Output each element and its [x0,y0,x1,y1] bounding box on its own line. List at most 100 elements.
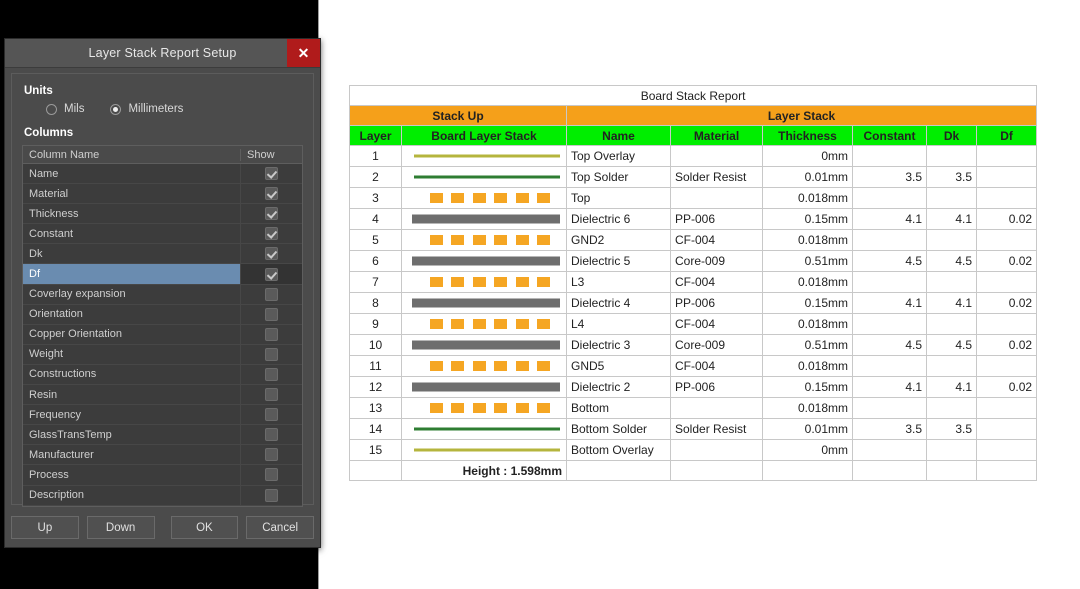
checkbox-unchecked-icon[interactable] [265,388,278,402]
cell-thickness: 0.018mm [762,229,853,252]
cell-dk: 4.5 [926,334,977,357]
column-list-item[interactable]: Manufacturer [23,445,302,466]
column-name-label: Dk [29,247,43,260]
checkbox-checked-icon[interactable] [265,267,278,281]
checkbox-unchecked-icon[interactable] [265,287,278,301]
column-list-item[interactable]: Weight [23,344,302,365]
column-name-label: Copper Orientation [29,328,122,341]
checkbox-unchecked-icon[interactable] [265,327,278,341]
checkbox-unchecked-icon[interactable] [265,367,278,381]
column-show-cell[interactable] [240,364,302,385]
column-show-cell[interactable] [240,485,302,505]
checkbox-unchecked-icon[interactable] [265,347,278,361]
report-rows: 1 Top Overlay 0mm 2 Top Solder Solder Resist 0… [349,145,1038,462]
column-list-item[interactable]: Thickness [23,204,302,225]
cell-thickness: 0.018mm [762,313,853,336]
radio-mils-label: Mils [64,103,85,115]
cell-thickness: 0.018mm [762,187,853,210]
column-show-cell[interactable] [240,405,302,425]
cell-dk [926,271,977,294]
table-row: 10 Dielectric 3 Core-009 0.51mm 4.5 4.5 0.02 [349,334,1038,357]
checkbox-unchecked-icon[interactable] [265,408,278,422]
column-show-cell[interactable] [240,164,302,184]
cell-board-layer-stack [401,271,567,294]
cell-dk: 4.1 [926,292,977,315]
cell-material: Solder Resist [670,418,763,441]
checkbox-unchecked-icon[interactable] [265,307,278,321]
cell-dk: 3.5 [926,166,977,189]
column-list-item[interactable]: Material [23,184,302,205]
checkbox-checked-icon[interactable] [265,207,278,221]
cell-name: Top [566,187,671,210]
column-list-item[interactable]: Resin [23,385,302,406]
column-show-cell[interactable] [240,324,302,344]
cancel-button[interactable]: Cancel [246,516,314,539]
column-show-cell[interactable] [240,204,302,224]
cell-material: CF-004 [670,355,763,378]
column-list-item[interactable]: Constant [23,224,302,245]
close-icon[interactable]: ✕ [287,39,320,67]
cell-constant: 4.5 [852,250,927,273]
cell-dk [926,439,977,462]
cell-layer: 12 [349,376,402,399]
cell-material: PP-006 [670,292,763,315]
cell-df [975,271,1038,294]
column-list-item[interactable]: Dk [23,244,302,265]
columns-label: Columns [24,127,74,139]
column-show-cell[interactable] [240,184,302,204]
checkbox-unchecked-icon[interactable] [265,488,278,502]
table-row: 7 L3 CF-004 0.018mm [349,271,1038,294]
cell-material: Core-009 [670,334,763,357]
column-list-item[interactable]: Constructions [23,364,302,386]
radio-millimeters[interactable]: Millimeters [110,103,183,115]
cell-dk: 4.1 [926,376,977,399]
column-show-cell[interactable] [240,465,302,485]
cell-df [975,313,1038,336]
cell-thickness: 0.15mm [762,376,853,399]
table-row: 14 Bottom Solder Solder Resist 0.01mm 3.5 3.5 [349,418,1038,441]
column-show-cell[interactable] [240,224,302,244]
layer-stack-report-setup-dialog: Layer Stack Report Setup ✕ Units Mils Mi… [4,38,321,548]
checkbox-unchecked-icon[interactable] [265,448,278,462]
column-list-item[interactable]: Name [23,164,302,185]
column-name-label: Process [29,468,69,481]
checkbox-unchecked-icon[interactable] [265,428,278,442]
column-list-item[interactable]: Frequency [23,405,302,426]
col-header-thickness: Thickness [762,125,853,147]
column-list-item[interactable]: Coverlay expansion [23,284,302,305]
column-show-cell[interactable] [240,445,302,465]
footer-empty-constant [852,460,927,482]
column-list-item[interactable]: Copper Orientation [23,324,302,345]
cell-df [975,166,1038,189]
column-show-cell[interactable] [240,244,302,264]
cell-material [670,439,763,462]
checkbox-checked-icon[interactable] [265,167,278,181]
cell-constant [852,313,927,336]
column-show-cell[interactable] [240,385,302,405]
column-list-item[interactable]: Orientation [23,304,302,325]
column-list-item[interactable]: Df [23,264,302,285]
checkbox-unchecked-icon[interactable] [265,468,278,482]
checkbox-checked-icon[interactable] [265,187,278,201]
cell-name: Bottom Overlay [566,439,671,462]
column-show-cell[interactable] [240,264,302,284]
column-show-cell[interactable] [240,344,302,364]
column-list-item[interactable]: GlassTransTemp [23,425,302,446]
band-layer-stack: Layer Stack [565,105,1038,127]
dialog-titlebar[interactable]: Layer Stack Report Setup ✕ [5,39,320,68]
ok-button[interactable]: OK [170,516,239,539]
column-list-item[interactable]: Process [23,465,302,486]
column-show-cell[interactable] [240,284,302,304]
up-button[interactable]: Up [11,516,79,539]
radio-mils[interactable]: Mils [46,103,84,115]
checkbox-checked-icon[interactable] [265,227,278,241]
solder-layer-graphic [414,427,560,431]
cell-constant: 3.5 [852,418,927,441]
column-list-item[interactable]: Description [23,485,302,506]
column-show-cell[interactable] [240,304,302,324]
cell-material [670,187,763,210]
column-show-cell[interactable] [240,425,302,445]
down-button[interactable]: Down [86,516,155,539]
cell-constant: 4.1 [852,376,927,399]
checkbox-checked-icon[interactable] [265,247,278,261]
